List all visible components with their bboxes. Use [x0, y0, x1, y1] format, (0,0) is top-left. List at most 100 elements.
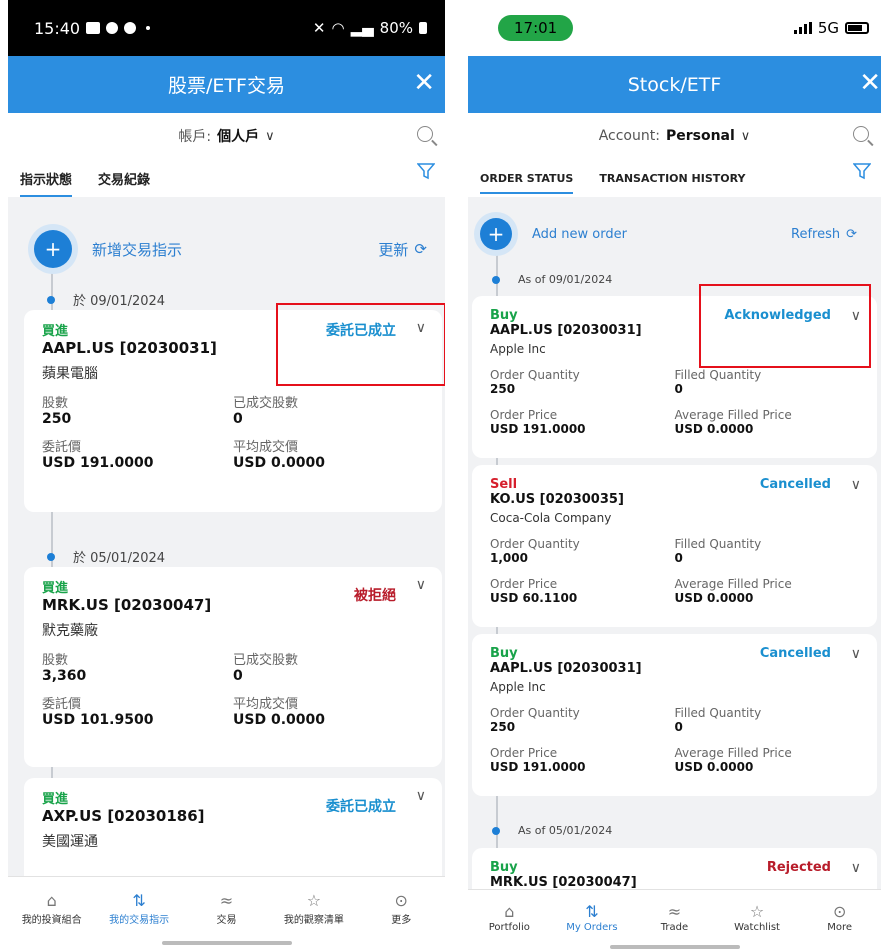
- close-icon[interactable]: ✕: [413, 68, 435, 98]
- price-value: USD 60.1100: [490, 591, 578, 605]
- search-icon[interactable]: [853, 126, 869, 142]
- date-text: As of 09/01/2024: [518, 273, 613, 286]
- chevron-down-icon[interactable]: ∨: [416, 577, 426, 593]
- nav-more[interactable]: ⊙ 更多: [358, 891, 445, 926]
- add-order-label[interactable]: Add new order: [532, 227, 627, 242]
- filled-label: Filled Quantity: [674, 537, 762, 551]
- filled-value: 0: [674, 382, 683, 396]
- order-status: 被拒絕: [354, 588, 396, 604]
- date-text: As of 05/01/2024: [518, 824, 613, 837]
- avg-label: Average Filled Price: [674, 577, 792, 591]
- qty-label: Order Quantity: [490, 368, 580, 382]
- chevron-down-icon[interactable]: ∨: [851, 646, 861, 662]
- status-time: 17:01: [498, 15, 574, 41]
- nav-label: 更多: [391, 915, 412, 926]
- nav-portfolio[interactable]: ⌂ Portfolio: [468, 902, 551, 933]
- order-status: Cancelled: [759, 646, 831, 661]
- nav-label: My Orders: [566, 922, 618, 933]
- add-order-button[interactable]: +: [34, 230, 72, 268]
- avg-value: USD 0.0000: [233, 455, 325, 471]
- refresh-button[interactable]: Refresh ⟳: [791, 227, 857, 242]
- nav-label: More: [827, 922, 853, 933]
- qty-value: 250: [42, 411, 72, 427]
- chevron-down-icon: ∨: [265, 128, 275, 144]
- nav-watchlist[interactable]: ☆ Watchlist: [716, 902, 799, 933]
- tab-order-status[interactable]: 指示狀態: [20, 163, 73, 197]
- tab-bar: ORDER STATUS TRANSACTION HISTORY: [468, 159, 881, 197]
- order-card[interactable]: 買進 AXP.US [02030186] 美國運通 委託已成立 ∨: [24, 778, 442, 888]
- right-phone-screen: 17:01 5G Stock/ETF ✕ Account: Personal ∨…: [468, 0, 881, 951]
- bottom-nav: ⌂ 我的投資組合 ⇅ 我的交易指示 ≈ 交易 ☆ 我的觀察清單 ⊙ 更多: [8, 876, 445, 951]
- tab-transaction-history[interactable]: 交易紀錄: [98, 163, 150, 194]
- nav-trade[interactable]: ≈ 交易: [183, 891, 270, 926]
- highlight-box: [276, 303, 445, 386]
- nav-label: Watchlist: [734, 922, 780, 933]
- refresh-button[interactable]: 更新 ⟳: [378, 239, 427, 260]
- nav-my-orders[interactable]: ⇅ My Orders: [551, 902, 634, 933]
- search-icon[interactable]: [417, 126, 433, 142]
- tab-transaction-history[interactable]: TRANSACTION HISTORY: [599, 166, 745, 191]
- home-indicator: [609, 945, 740, 949]
- qty-value: 250: [490, 720, 516, 734]
- account-value: 個人戶: [217, 129, 260, 145]
- order-card[interactable]: 買進 MRK.US [02030047] 默克藥廠 被拒絕 ∨ 股數 3,360 …: [24, 567, 442, 767]
- qty-value: 1,000: [490, 551, 528, 565]
- battery-icon: [845, 22, 869, 34]
- price-label: Order Price: [490, 408, 558, 422]
- avg-value: USD 0.0000: [674, 760, 754, 774]
- chevron-down-icon[interactable]: ∨: [416, 788, 426, 804]
- qty-label: Order Quantity: [490, 706, 580, 720]
- signal-icon: ▂▄: [350, 19, 374, 37]
- qty-value: 3,360: [42, 668, 87, 684]
- battery-level: 80%: [379, 19, 413, 37]
- tab-bar: 指示狀態 交易紀錄: [8, 159, 445, 197]
- company-name: 默克藥廠: [42, 623, 98, 639]
- nav-label: 我的交易指示: [109, 915, 170, 926]
- filter-icon[interactable]: [853, 162, 871, 180]
- chevron-down-icon[interactable]: ∨: [851, 477, 861, 493]
- account-selector[interactable]: Account: Personal ∨: [468, 113, 881, 159]
- order-card[interactable]: Sell KO.US [02030035] Coca-Cola Company …: [472, 465, 877, 627]
- price-value: USD 191.0000: [490, 760, 586, 774]
- date-group-label: As of 05/01/2024: [492, 824, 612, 837]
- chevron-down-icon[interactable]: ∨: [851, 860, 861, 876]
- company-name: Coca-Cola Company: [490, 511, 612, 525]
- filled-value: 0: [233, 411, 243, 427]
- home-indicator: [161, 941, 292, 945]
- nav-label: Trade: [660, 922, 689, 933]
- nav-portfolio[interactable]: ⌂ 我的投資組合: [8, 891, 95, 926]
- bottom-nav: ⌂ Portfolio ⇅ My Orders ≈ Trade ☆ Watchlist …: [468, 889, 881, 951]
- header-bar: 股票/ETF交易 ✕: [8, 56, 445, 113]
- close-icon[interactable]: ✕: [859, 68, 881, 98]
- account-label: Account:: [598, 128, 660, 144]
- timeline-dot: [47, 552, 55, 561]
- date-group-label: 於 05/01/2024: [47, 547, 165, 566]
- qty-label: 股數: [42, 396, 69, 411]
- page-title: Stock/ETF: [627, 73, 722, 96]
- add-order-label[interactable]: 新增交易指示: [92, 239, 182, 260]
- header-bar: Stock/ETF ✕: [468, 56, 881, 113]
- order-status: 委託已成立: [326, 799, 396, 815]
- app-icon: [106, 22, 119, 34]
- order-card[interactable]: Buy AAPL.US [02030031] Apple Inc Cancell…: [472, 634, 877, 796]
- tab-order-status[interactable]: ORDER STATUS: [480, 166, 574, 194]
- price-label: 委託價: [42, 440, 82, 455]
- avg-label: Average Filled Price: [674, 746, 792, 760]
- trend-icon: ≈: [219, 891, 234, 910]
- nav-more[interactable]: ⊙ More: [798, 902, 881, 933]
- account-selector[interactable]: 帳戶: 個人戶 ∨: [8, 113, 445, 159]
- nav-watchlist[interactable]: ☆ 我的觀察清單: [270, 891, 357, 926]
- filter-icon[interactable]: [417, 162, 435, 180]
- avg-label: Average Filled Price: [674, 408, 792, 422]
- avg-value: USD 0.0000: [233, 712, 325, 728]
- order-status: Rejected: [766, 860, 831, 875]
- date-group-label: 於 09/01/2024: [47, 290, 165, 309]
- price-value: USD 101.9500: [42, 712, 154, 728]
- action-row: + Add new order Refresh ⟳: [468, 218, 881, 250]
- nav-my-orders[interactable]: ⇅ 我的交易指示: [95, 891, 182, 926]
- nav-label: 我的觀察清單: [283, 915, 344, 926]
- signal-icon: [793, 22, 812, 34]
- timeline-dot: [47, 295, 55, 304]
- nav-trade[interactable]: ≈ Trade: [633, 902, 716, 933]
- add-order-button[interactable]: +: [480, 218, 512, 250]
